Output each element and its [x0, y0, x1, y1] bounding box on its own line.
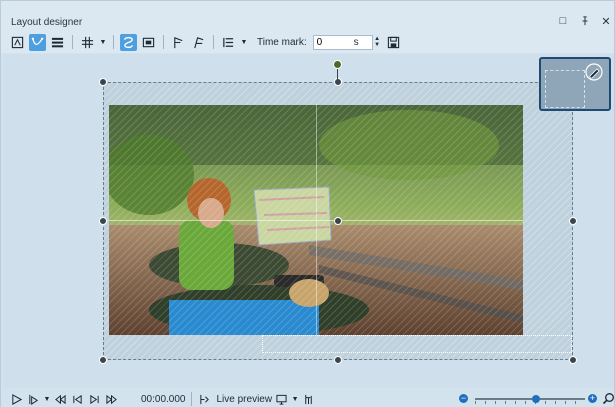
grid-icon [81, 36, 94, 48]
title-bar: Layout designer □ ✕ [1, 1, 614, 31]
zoom-slider-track[interactable] [475, 398, 585, 400]
resize-handle-bottom[interactable] [334, 356, 342, 364]
time-mark-spinner[interactable]: ▲ ▼ [373, 35, 382, 50]
layer-bounding-box[interactable] [99, 78, 577, 364]
rewind-button[interactable] [53, 392, 68, 407]
close-button[interactable]: ✕ [598, 13, 614, 29]
pin-button[interactable] [577, 13, 593, 29]
live-preview-label[interactable]: Live preview [217, 394, 273, 405]
toolbar-separator [163, 35, 164, 49]
fast-forward-button[interactable] [104, 392, 119, 407]
list-dropdown[interactable]: ▼ [240, 34, 248, 51]
dropdown-arrow-icon: ▼ [240, 38, 248, 46]
design-canvas[interactable] [3, 54, 614, 388]
dropdown-arrow-icon: ▼ [291, 395, 299, 403]
trim-icon [305, 394, 312, 404]
window-title: Layout designer [11, 17, 83, 28]
toolbar-separator [213, 35, 214, 49]
zoom-in-button[interactable]: + [588, 394, 597, 403]
time-mark-unit: s [353, 36, 359, 48]
resize-handle-right[interactable] [569, 217, 577, 225]
zoom-control: − + [459, 392, 614, 406]
list-icon [223, 37, 234, 47]
animation-path-button[interactable] [120, 33, 137, 51]
align-right-icon [194, 36, 204, 48]
preview-thumbnail[interactable] [539, 57, 611, 111]
curve-select-icon [31, 37, 44, 45]
rewind-icon [55, 394, 66, 404]
text-placeholder-box[interactable] [262, 335, 572, 353]
toolbar: ▼ ▼ Time mark: s ▲▼ [1, 31, 614, 53]
preview-frame [545, 70, 585, 108]
lines-icon [51, 37, 64, 47]
edit-pen-icon[interactable] [585, 63, 603, 81]
zoom-slider-knob[interactable] [531, 395, 540, 403]
resize-handle-top-left[interactable] [99, 78, 107, 86]
align-left-button[interactable] [170, 34, 187, 51]
fit-frame-icon [142, 37, 155, 47]
time-mark-label: Time mark: [257, 36, 307, 48]
step-forward-button[interactable] [87, 392, 102, 407]
lines-button[interactable] [49, 34, 66, 51]
snapshot-icon [11, 36, 24, 48]
monitor-icon [276, 394, 287, 405]
toolbar-separator [113, 35, 114, 49]
step-back-icon [73, 394, 82, 404]
save-button[interactable] [385, 34, 402, 51]
grid-dropdown[interactable]: ▼ [99, 34, 107, 51]
live-preview-button[interactable] [197, 392, 212, 407]
grid-button[interactable] [79, 34, 96, 51]
zoom-out-button[interactable]: − [459, 394, 468, 403]
fast-forward-icon [106, 394, 117, 404]
curve-select-button[interactable] [29, 33, 46, 51]
dropdown-arrow-icon: ▼ [43, 395, 51, 403]
play-from-button[interactable] [26, 392, 41, 407]
time-mark-input[interactable] [312, 34, 373, 50]
layout-designer-window: Layout designer □ ✕ ▼ ▼ Time mark: 0 s ▲… [0, 0, 615, 407]
list-button[interactable] [220, 34, 237, 51]
align-right-button[interactable] [190, 34, 207, 51]
live-preview-icon [199, 394, 209, 404]
snapshot-button[interactable] [9, 34, 26, 51]
play-dropdown[interactable]: ▼ [43, 391, 51, 407]
bottom-separator [190, 392, 192, 406]
play-icon [12, 393, 22, 405]
monitor-button[interactable] [274, 392, 289, 407]
step-forward-icon [90, 394, 99, 404]
trim-button[interactable] [301, 392, 316, 407]
spin-down-icon: ▼ [374, 42, 381, 48]
dropdown-arrow-icon: ▼ [99, 38, 107, 46]
rotation-handle[interactable] [333, 60, 342, 69]
step-back-button[interactable] [70, 392, 85, 407]
align-left-icon [174, 36, 183, 48]
toolbar-separator [72, 35, 73, 49]
pin-icon [582, 16, 588, 26]
center-handle[interactable] [334, 217, 342, 225]
fit-frame-button[interactable] [140, 34, 157, 51]
resize-handle-left[interactable] [99, 217, 107, 225]
resize-handle-top[interactable] [334, 78, 342, 86]
save-icon [387, 36, 399, 48]
monitor-dropdown[interactable]: ▼ [291, 391, 299, 407]
time-readout: 00:00.000 [141, 393, 186, 405]
resize-handle-bottom-right[interactable] [569, 356, 577, 364]
maximize-button[interactable]: □ [555, 13, 571, 29]
animation-path-icon [124, 36, 133, 48]
zoom-search-icon[interactable] [602, 392, 615, 405]
playback-bar: ▼ 00:00.000 Live preview ▼ − + [1, 390, 614, 407]
rotation-handle-stem [337, 69, 338, 81]
vertical-guide [316, 105, 317, 335]
play-from-icon [29, 394, 39, 405]
resize-handle-bottom-left[interactable] [99, 356, 107, 364]
play-button[interactable] [9, 392, 24, 407]
zoom-slider-ticks [475, 401, 585, 404]
